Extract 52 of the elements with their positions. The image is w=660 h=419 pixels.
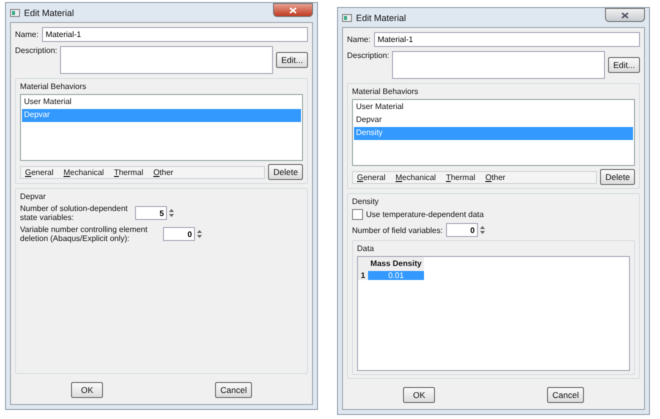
menu-item[interactable]: General (25, 168, 54, 176)
field-label: Name: (347, 35, 371, 44)
close-icon (289, 6, 297, 14)
close-button[interactable] (273, 3, 313, 17)
list-item[interactable]: User Material (22, 96, 301, 109)
spinner-arrows-icon[interactable] (478, 224, 486, 236)
checkbox[interactable] (352, 209, 363, 220)
close-button[interactable] (605, 8, 645, 22)
cancel-button[interactable]: Cancel (547, 387, 584, 403)
menu-item[interactable]: Thermal (114, 168, 144, 176)
window-title: Edit Material (24, 8, 76, 18)
window-icon (10, 8, 20, 16)
name-field[interactable]: Material-1 (374, 32, 640, 47)
cancel-button[interactable]: Cancel (215, 382, 252, 398)
window-icon (342, 14, 352, 22)
description-field[interactable] (60, 46, 274, 74)
list-item[interactable]: User Material (354, 101, 633, 114)
column-header: Mass Density (368, 257, 424, 271)
ok-button[interactable]: OK (403, 387, 436, 403)
spinner-arrows-icon[interactable] (196, 228, 203, 240)
group-title: Material Behaviors (20, 82, 88, 91)
field-label: Number of solution-dependent state variables: (20, 204, 129, 222)
field-label: Number of field variables: (352, 226, 443, 234)
window-title: Edit Material (356, 12, 408, 22)
menu-item[interactable]: Other (485, 172, 506, 182)
menu-item[interactable]: Mechanical (63, 168, 104, 176)
ok-button[interactable]: OK (71, 382, 104, 398)
close-icon (621, 12, 629, 18)
number-field[interactable]: 0 (446, 223, 478, 237)
delete-button[interactable]: Delete (268, 164, 303, 180)
menu-item[interactable]: Thermal (446, 172, 476, 182)
group-title: Material Behaviors (352, 87, 420, 96)
list-item[interactable]: Depvar (354, 114, 633, 127)
number-field[interactable]: 5 (135, 206, 167, 220)
menu-item[interactable]: Other (153, 168, 174, 176)
field-label: Name: (15, 30, 39, 39)
name-field[interactable]: Material-1 (42, 27, 308, 42)
field-label: Variable number controlling element deletion (Abaqus/Explicit only): (20, 225, 148, 243)
edit-button[interactable]: Edit... (608, 57, 640, 73)
description-field[interactable] (392, 51, 606, 79)
group-title: Density (352, 197, 380, 206)
group-title: Depvar (20, 192, 47, 201)
edit-button[interactable]: Edit... (276, 52, 308, 68)
field-label: Description: (347, 51, 390, 60)
field-label: Description: (15, 46, 58, 55)
number-field[interactable]: 0 (163, 227, 195, 241)
menu-item[interactable]: General (357, 172, 386, 182)
spinner-arrows-icon[interactable] (168, 207, 175, 219)
delete-button[interactable]: Delete (600, 169, 635, 185)
group-title: Data (357, 244, 375, 253)
checkbox-label: Use temperature-dependent data (366, 210, 484, 219)
menu-item[interactable]: Mechanical (395, 172, 436, 182)
